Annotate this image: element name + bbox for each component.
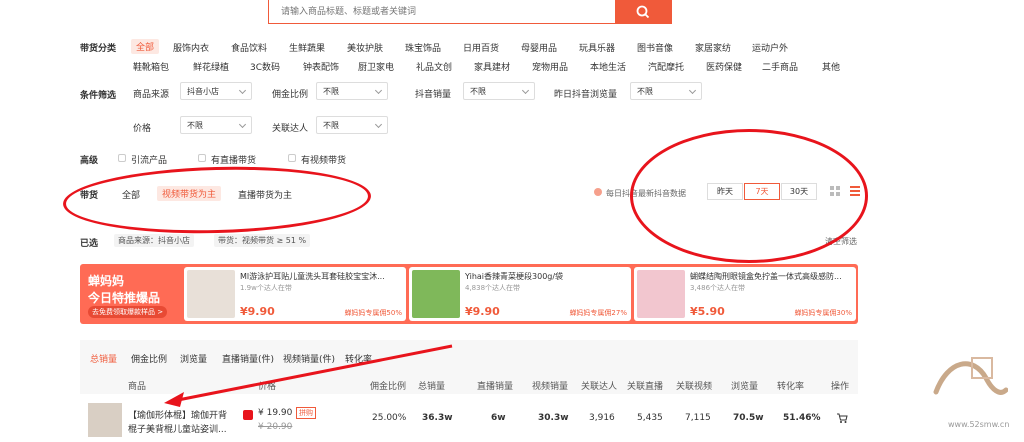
watermark-url: www.52smw.cn (948, 420, 1010, 429)
annotation-arrow (164, 344, 453, 407)
watermark-logo (928, 350, 1009, 410)
